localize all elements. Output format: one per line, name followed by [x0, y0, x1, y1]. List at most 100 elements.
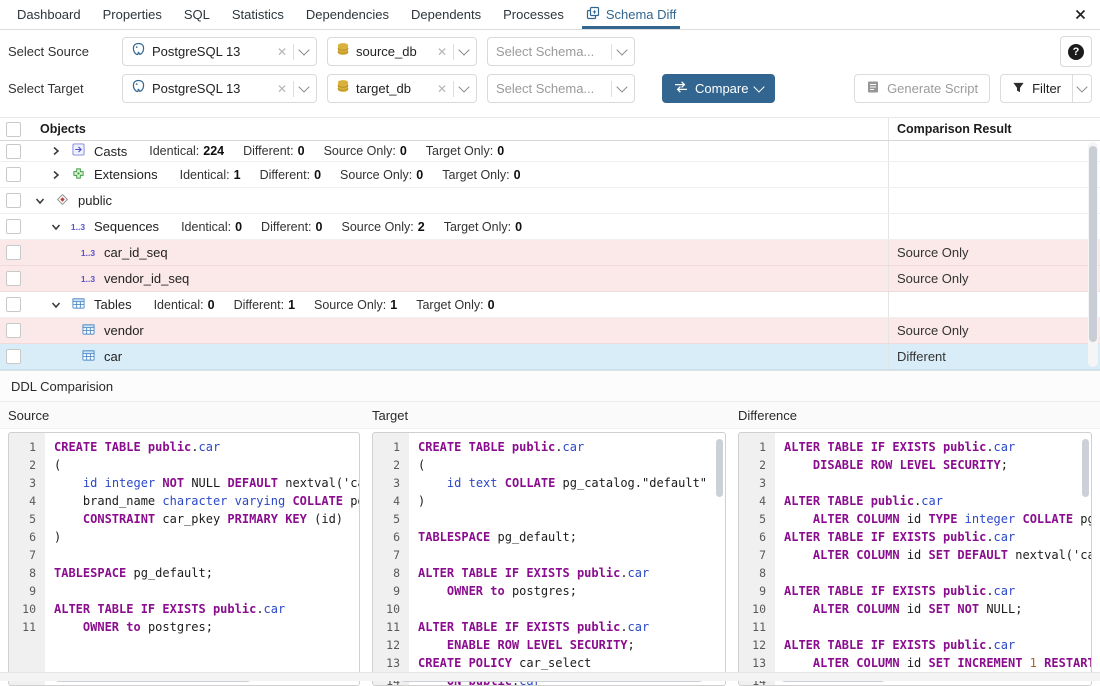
target-schema-select[interactable]: Select Schema...	[487, 74, 635, 103]
target-database-select[interactable]: target_db ✕	[327, 74, 477, 103]
generate-script-button[interactable]: Generate Script	[854, 74, 990, 103]
row-checkbox[interactable]	[6, 167, 21, 182]
postgres-icon	[131, 42, 146, 62]
chevron-down-icon[interactable]	[616, 44, 627, 55]
bottom-strip	[0, 672, 1100, 681]
compare-icon	[674, 80, 688, 97]
row-label: Tables	[94, 297, 132, 312]
line-number: 6	[739, 528, 775, 546]
schema-diff-icon	[586, 6, 600, 23]
table-row[interactable]: vendorSource Only	[0, 318, 1100, 344]
objects-column-header: Objects	[40, 122, 86, 136]
chevron-down-icon[interactable]	[48, 222, 64, 232]
clear-icon[interactable]: ✕	[277, 46, 287, 58]
chevron-right-icon[interactable]	[48, 170, 64, 180]
source-server-select[interactable]: PostgreSQL 13 ✕	[122, 37, 317, 66]
target-server-select[interactable]: PostgreSQL 13 ✕	[122, 74, 317, 103]
difference-code-panel[interactable]: 1ALTER TABLE IF EXISTS public.car2 DISAB…	[738, 432, 1092, 686]
tab-label: Dependents	[411, 7, 481, 22]
clear-icon[interactable]: ✕	[437, 46, 447, 58]
tab-dashboard[interactable]: Dashboard	[6, 0, 92, 29]
chevron-down-icon[interactable]	[458, 44, 469, 55]
table-row[interactable]: CastsIdentical:224Different:0Source Only…	[0, 141, 1100, 162]
row-checkbox[interactable]	[6, 349, 21, 364]
table-row[interactable]: 1..3car_id_seqSource Only	[0, 240, 1100, 266]
tab-label: Schema Diff	[606, 7, 677, 22]
source-database-select[interactable]: source_db ✕	[327, 37, 477, 66]
postgres-icon	[131, 79, 146, 99]
row-checkbox[interactable]	[6, 323, 21, 338]
close-icon[interactable]	[1070, 5, 1090, 25]
scrollbar-thumb[interactable]	[1089, 146, 1097, 342]
filter-button-group: Filter	[1000, 74, 1092, 103]
result-column-header: Comparison Result	[897, 122, 1012, 136]
tab-schema-diff[interactable]: Schema Diff	[575, 0, 688, 29]
tab-label: Dependencies	[306, 7, 389, 22]
source-schema-select[interactable]: Select Schema...	[487, 37, 635, 66]
code-line: 5 CONSTRAINT car_pkey PRIMARY KEY (id)	[9, 510, 359, 528]
tab-label: Properties	[103, 7, 162, 22]
code-line: 8ALTER TABLE IF EXISTS public.car	[373, 564, 725, 582]
row-checkbox[interactable]	[6, 144, 21, 159]
row-checkbox[interactable]	[6, 245, 21, 260]
chevron-right-icon[interactable]	[48, 146, 64, 156]
vertical-scrollbar-thumb[interactable]	[716, 439, 723, 497]
help-button[interactable]: ?	[1060, 36, 1092, 67]
code-line: 7 ALTER COLUMN id SET DEFAULT nextval('c…	[739, 546, 1091, 564]
table-row[interactable]: carDifferent	[0, 344, 1100, 370]
chevron-down-icon[interactable]	[298, 81, 309, 92]
code-line: 3	[739, 474, 1091, 492]
tab-processes[interactable]: Processes	[492, 0, 575, 29]
code-line: 13CREATE POLICY car_select	[373, 654, 725, 672]
select-all-checkbox[interactable]	[6, 122, 21, 137]
clear-icon[interactable]: ✕	[277, 83, 287, 95]
line-number: 9	[9, 582, 45, 600]
code-line: 9	[9, 582, 359, 600]
line-number: 10	[739, 600, 775, 618]
tab-statistics[interactable]: Statistics	[221, 0, 295, 29]
table-row[interactable]: TablesIdentical:0Different:1Source Only:…	[0, 292, 1100, 318]
source-code-panel[interactable]: 1CREATE TABLE public.car2(3 id integer N…	[8, 432, 360, 686]
chevron-down-icon[interactable]	[616, 81, 627, 92]
line-number: 10	[9, 600, 45, 618]
grid-vertical-scrollbar[interactable]	[1088, 142, 1098, 367]
line-number: 2	[739, 456, 775, 474]
vertical-scrollbar-thumb[interactable]	[1082, 439, 1089, 497]
code-line: 2(	[9, 456, 359, 474]
tab-properties[interactable]: Properties	[92, 0, 173, 29]
code-line: 5 ALTER COLUMN id TYPE integer COLLATE p…	[739, 510, 1091, 528]
code-line: 4ALTER TABLE public.car	[739, 492, 1091, 510]
row-checkbox[interactable]	[6, 219, 21, 234]
stat: Target Only:0	[444, 220, 522, 234]
filter-dropdown-button[interactable]	[1073, 74, 1092, 103]
target-panel-title: Target	[372, 408, 726, 423]
filter-button[interactable]: Filter	[1000, 74, 1073, 103]
chevron-down-icon[interactable]	[32, 196, 48, 206]
tab-dependents[interactable]: Dependents	[400, 0, 492, 29]
tab-label: Processes	[503, 7, 564, 22]
row-checkbox[interactable]	[6, 193, 21, 208]
stat: Different:0	[243, 144, 304, 158]
code-line: 2(	[373, 456, 725, 474]
row-checkbox[interactable]	[6, 271, 21, 286]
chevron-down-icon[interactable]	[458, 81, 469, 92]
chevron-down-icon[interactable]	[48, 300, 64, 310]
tab-dependencies[interactable]: Dependencies	[295, 0, 400, 29]
table-row[interactable]: 1..3SequencesIdentical:0Different:0Sourc…	[0, 214, 1100, 240]
line-number: 10	[373, 600, 409, 618]
compare-button[interactable]: Compare	[662, 74, 775, 103]
row-checkbox[interactable]	[6, 297, 21, 312]
table-row[interactable]: public	[0, 188, 1100, 214]
clear-icon[interactable]: ✕	[437, 83, 447, 95]
code-line: 10ALTER TABLE IF EXISTS public.car	[9, 600, 359, 618]
comparison-grid: Objects Comparison Result CastsIdentical…	[0, 117, 1100, 370]
code-line: 6)	[9, 528, 359, 546]
table-row[interactable]: 1..3vendor_id_seqSource Only	[0, 266, 1100, 292]
ddl-panel-headers: Source Target Difference	[0, 402, 1100, 429]
target-code-panel[interactable]: 1CREATE TABLE public.car2(3 id text COLL…	[372, 432, 726, 686]
chevron-down-icon[interactable]	[298, 44, 309, 55]
schema-icon	[56, 193, 69, 209]
tab-sql[interactable]: SQL	[173, 0, 221, 29]
line-number: 11	[373, 618, 409, 636]
table-row[interactable]: ExtensionsIdentical:1Different:0Source O…	[0, 162, 1100, 188]
